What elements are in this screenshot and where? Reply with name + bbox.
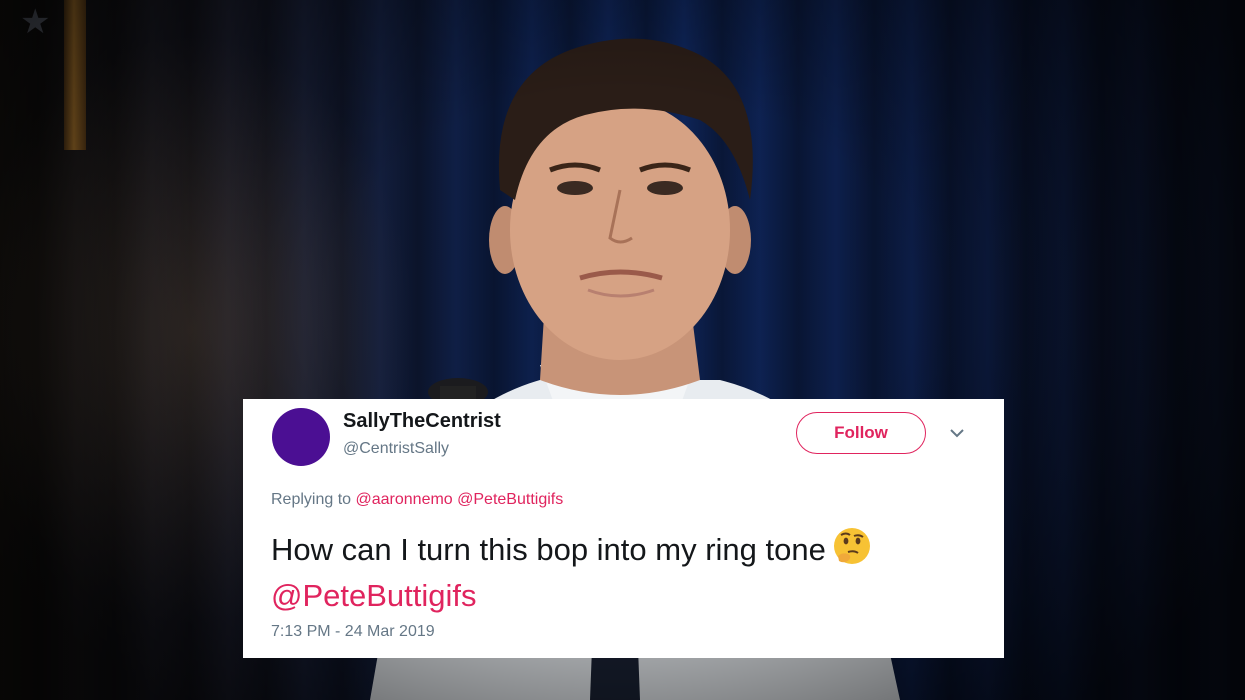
tweet-card: SallyTheCentrist @CentristSally Follow R… xyxy=(243,399,1004,658)
timestamp[interactable]: 7:13 PM - 24 Mar 2019 xyxy=(271,623,435,641)
user-handle[interactable]: @CentristSally xyxy=(343,440,449,458)
chevron-down-icon[interactable] xyxy=(949,427,965,439)
reply-mention-link[interactable]: @aaronnemo xyxy=(356,491,453,508)
tweet-body: How can I turn this bop into my ring ton… xyxy=(271,532,826,567)
replying-to: Replying to @aaronnemo @PeteButtigifs xyxy=(271,491,563,509)
avatar[interactable] xyxy=(272,408,330,466)
follow-button[interactable]: Follow xyxy=(796,412,926,454)
tweet-mention-link[interactable]: @PeteButtigifs xyxy=(271,578,477,613)
thinking-face-icon xyxy=(832,526,872,576)
reply-mention-link[interactable]: @PeteButtigifs xyxy=(457,491,563,508)
display-name[interactable]: SallyTheCentrist xyxy=(343,410,501,433)
replying-prefix: Replying to xyxy=(271,491,352,508)
tweet-text: How can I turn this bop into my ring ton… xyxy=(271,526,981,616)
